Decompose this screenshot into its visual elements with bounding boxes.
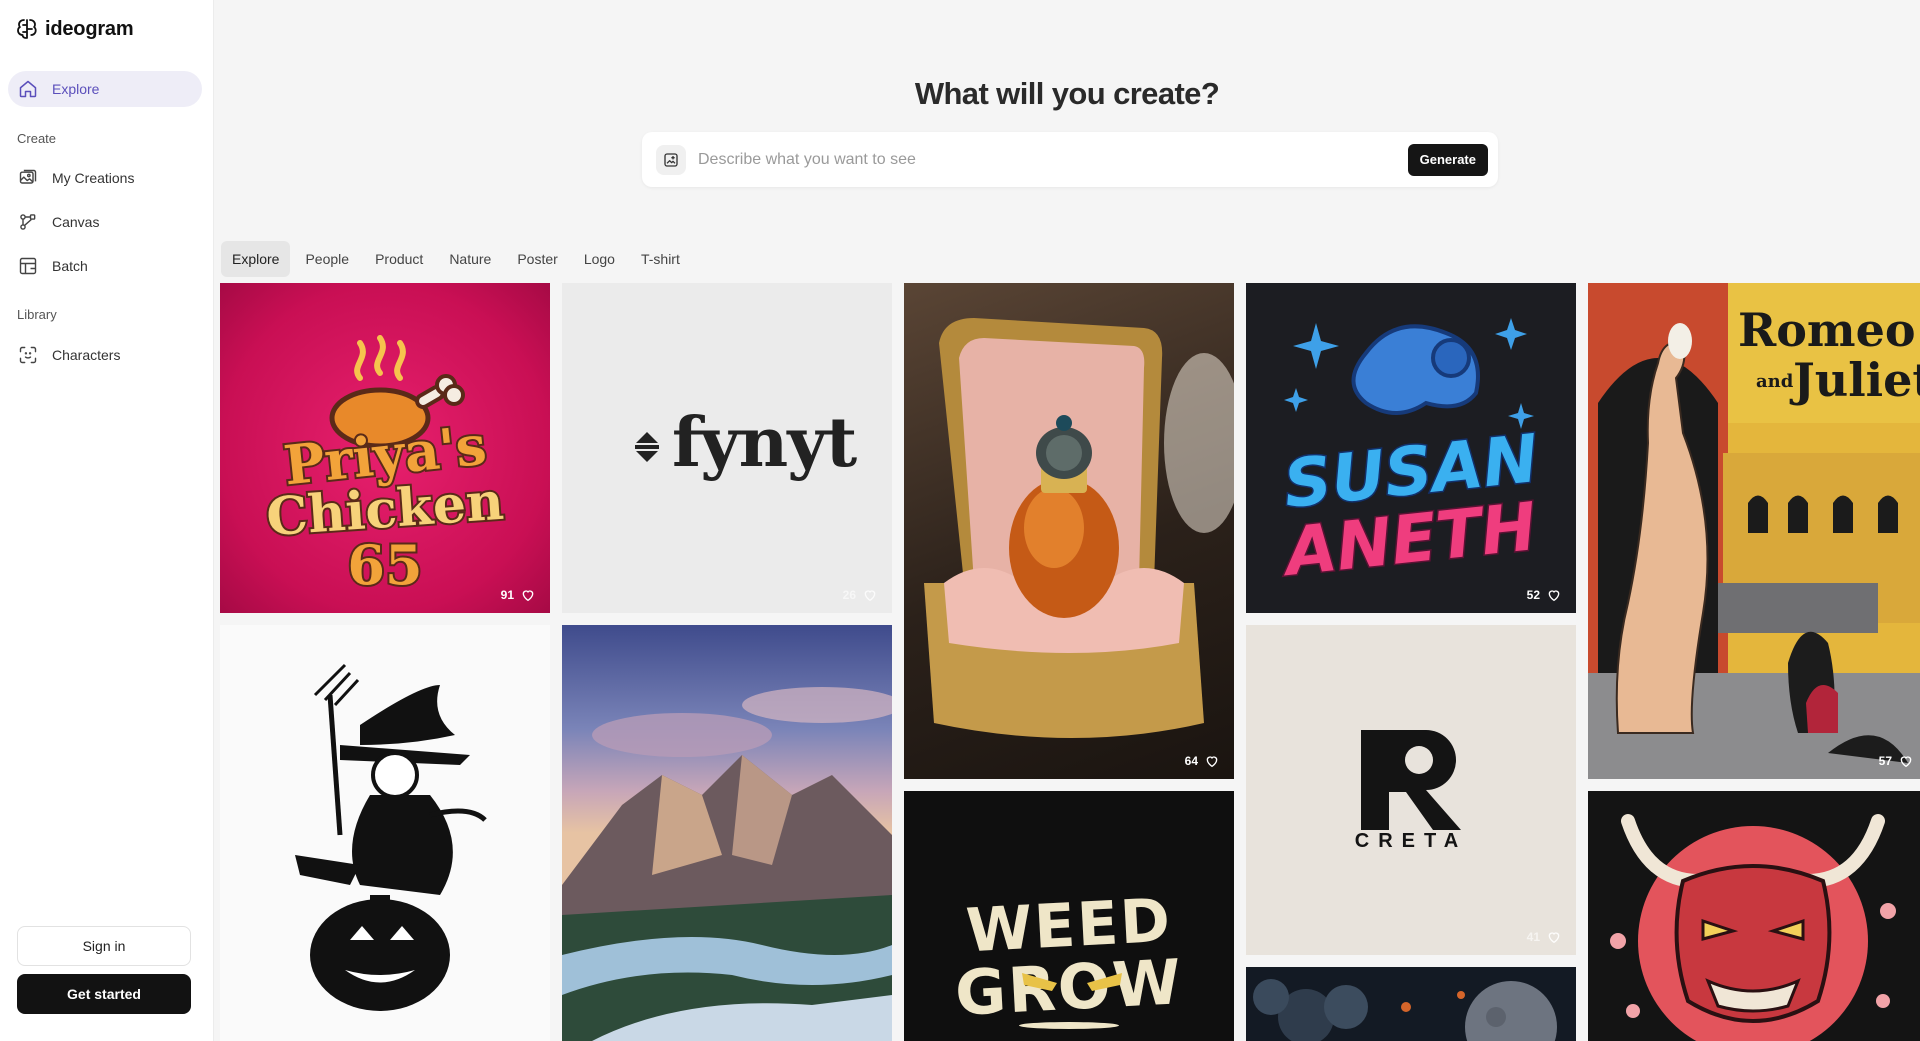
face-scan-icon [19,346,37,364]
tab-poster[interactable]: Poster [506,241,568,277]
poster-title-juliet: Juliet [1793,353,1920,407]
image-gallery-icon [19,169,37,184]
like-counter[interactable]: 41 [1527,929,1562,945]
poster-title-and: and [1756,371,1794,392]
sidebar-item-batch[interactable]: Batch [8,248,202,284]
canvas-icon [20,214,36,230]
prompt-input[interactable] [698,150,1408,169]
sidebar-item-my-creations[interactable]: My Creations [8,160,202,196]
tab-product[interactable]: Product [364,241,434,277]
mountain-landscape-image [562,687,892,1041]
gallery-card-susan-aneth[interactable]: SUSAN ANETH 52 [1246,283,1576,613]
tab-logo[interactable]: Logo [573,241,626,277]
like-count: 26 [842,588,856,602]
section-label-library: Library [17,307,57,322]
like-count: 57 [1878,754,1892,768]
batch-table-icon [19,257,37,275]
gallery-card-night-flowers[interactable] [1246,967,1576,1041]
tab-nature[interactable]: Nature [438,241,502,277]
like-counter[interactable]: 64 [1185,753,1220,769]
logo[interactable]: ideogram [15,17,134,41]
gallery-card-mountains[interactable] [562,625,892,1041]
like-count: 52 [1526,588,1540,602]
tab-tshirt[interactable]: T-shirt [630,241,691,277]
heart-icon [864,590,876,602]
image-upload-button[interactable] [656,144,686,175]
sidebar: ideogram Explore Create My Creations Can… [0,0,214,1041]
angry-eyes-icon [1022,973,1122,991]
ideogram-logo-icon [17,19,37,39]
like-count: 41 [1526,930,1540,944]
sidebar-item-characters[interactable]: Characters [8,337,202,373]
sidebar-item-explore[interactable]: Explore [8,71,202,107]
fynyt-logo-mark-icon [635,432,659,462]
heart-icon [1548,590,1560,602]
fynyt-wordmark: fynyt [672,403,857,483]
sidebar-item-label: My Creations [52,170,135,186]
gallery-card-creta[interactable]: CRETA 41 [1246,625,1576,955]
like-counter[interactable]: 91 [501,587,536,603]
sidebar-item-label: Characters [52,347,121,363]
like-count: 91 [500,588,514,602]
weed-grow-underline [1019,1022,1119,1029]
night-flowers-image [1253,979,1557,1041]
page-title: What will you create? [914,76,1220,111]
oni-mask-image [1610,814,1896,1041]
gallery-card-oni-mask[interactable] [1588,791,1920,1041]
generate-button[interactable]: Generate [1407,143,1488,176]
sidebar-item-label: Canvas [52,214,100,230]
app-name: ideogram [45,17,134,40]
heart-icon [1900,756,1912,768]
creta-logo-mark-icon [1361,730,1461,830]
sidebar-item-label: Explore [52,81,100,97]
sidebar-item-canvas[interactable]: Canvas [8,204,202,240]
like-counter[interactable]: 26 [843,587,878,603]
gallery-card-perfume[interactable]: 64 [904,283,1234,779]
category-tabs: Explore People Product Nature Poster Log… [221,241,691,277]
heart-icon [1548,932,1560,944]
creta-wordmark: CRETA [1354,830,1468,852]
heart-icon [1206,756,1218,768]
heart-icon [522,590,534,602]
gallery-card-weed-grow[interactable]: WEED GROW [904,791,1234,1041]
gallery-card-witch[interactable] [220,625,550,1041]
prompt-bar: Generate [642,132,1498,187]
gallery-card-chicken-logo[interactable]: Priya's Chicken 65 91 [220,283,550,613]
perfume-image [924,318,1234,738]
like-counter[interactable]: 57 [1879,753,1914,769]
tab-people[interactable]: People [294,241,360,277]
get-started-button[interactable]: Get started [17,974,191,1014]
home-icon [19,80,37,98]
sidebar-item-label: Batch [52,258,88,274]
tab-explore[interactable]: Explore [221,241,291,277]
image-upload-icon [664,152,678,167]
poster-title-romeo: Romeo [1738,303,1916,357]
like-counter[interactable]: 52 [1527,587,1562,603]
gallery-card-romeo-juliet[interactable]: Romeo and Juliet 57 [1588,283,1920,779]
like-count: 64 [1184,754,1198,768]
section-label-create: Create [17,131,57,146]
gallery-card-fynyt-logo[interactable]: fynyt 26 [562,283,892,613]
sign-in-button[interactable]: Sign in [17,926,191,966]
witch-pumpkin-image [295,663,487,1011]
